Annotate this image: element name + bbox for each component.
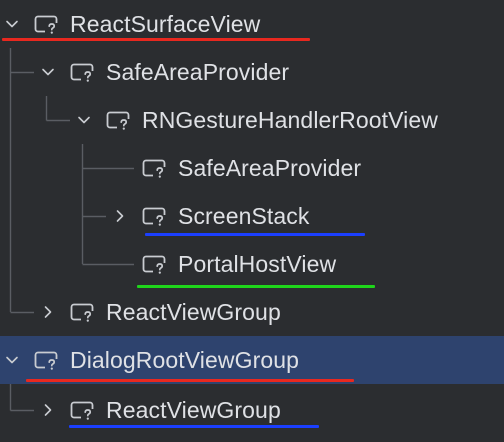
tree-row-rn-gesture-handler-root-view[interactable]: RNGestureHandlerRootView [0, 96, 504, 144]
tree-row-safe-area-provider-inner[interactable]: SafeAreaProvider [0, 144, 504, 192]
chevron-down-icon[interactable] [38, 48, 58, 96]
annotation-underline-red [2, 38, 310, 41]
view-icon [70, 62, 96, 84]
view-icon [34, 350, 60, 372]
chevron-right-icon[interactable] [38, 386, 58, 434]
tree-row-react-view-group-dialog[interactable]: ReactViewGroup [0, 386, 504, 434]
view-icon [106, 110, 132, 132]
chevron-down-icon[interactable] [74, 96, 94, 144]
tree-row-portal-host-view[interactable]: PortalHostView [0, 240, 504, 288]
node-label: DialogRootViewGroup [70, 347, 300, 373]
tree-row-safe-area-provider[interactable]: SafeAreaProvider [0, 48, 504, 96]
view-icon [142, 158, 168, 180]
view-icon [70, 400, 96, 422]
node-label: SafeAreaProvider [178, 155, 362, 181]
node-label: ReactViewGroup [106, 299, 281, 325]
node-label: RNGestureHandlerRootView [142, 107, 438, 133]
annotation-underline-blue [69, 425, 319, 428]
view-icon [142, 206, 168, 228]
chevron-right-icon[interactable] [110, 192, 130, 240]
view-icon [34, 14, 60, 36]
node-label: PortalHostView [178, 251, 337, 277]
node-label: SafeAreaProvider [106, 59, 290, 85]
tree-row-screen-stack[interactable]: ScreenStack [0, 192, 504, 240]
view-icon [70, 302, 96, 324]
tree-row-dialog-root-view-group[interactable]: DialogRootViewGroup [0, 336, 504, 384]
chevron-right-icon[interactable] [38, 288, 58, 336]
chevron-down-icon[interactable] [2, 336, 22, 384]
tree-row-react-view-group[interactable]: ReactViewGroup [0, 288, 504, 336]
view-icon [142, 254, 168, 276]
annotation-underline-blue [145, 233, 365, 236]
component-tree: ReactSurfaceView SafeAreaProvider RNGest… [0, 0, 504, 442]
annotation-underline-red [26, 379, 354, 382]
tree-row-react-surface-view[interactable]: ReactSurfaceView [0, 0, 504, 48]
